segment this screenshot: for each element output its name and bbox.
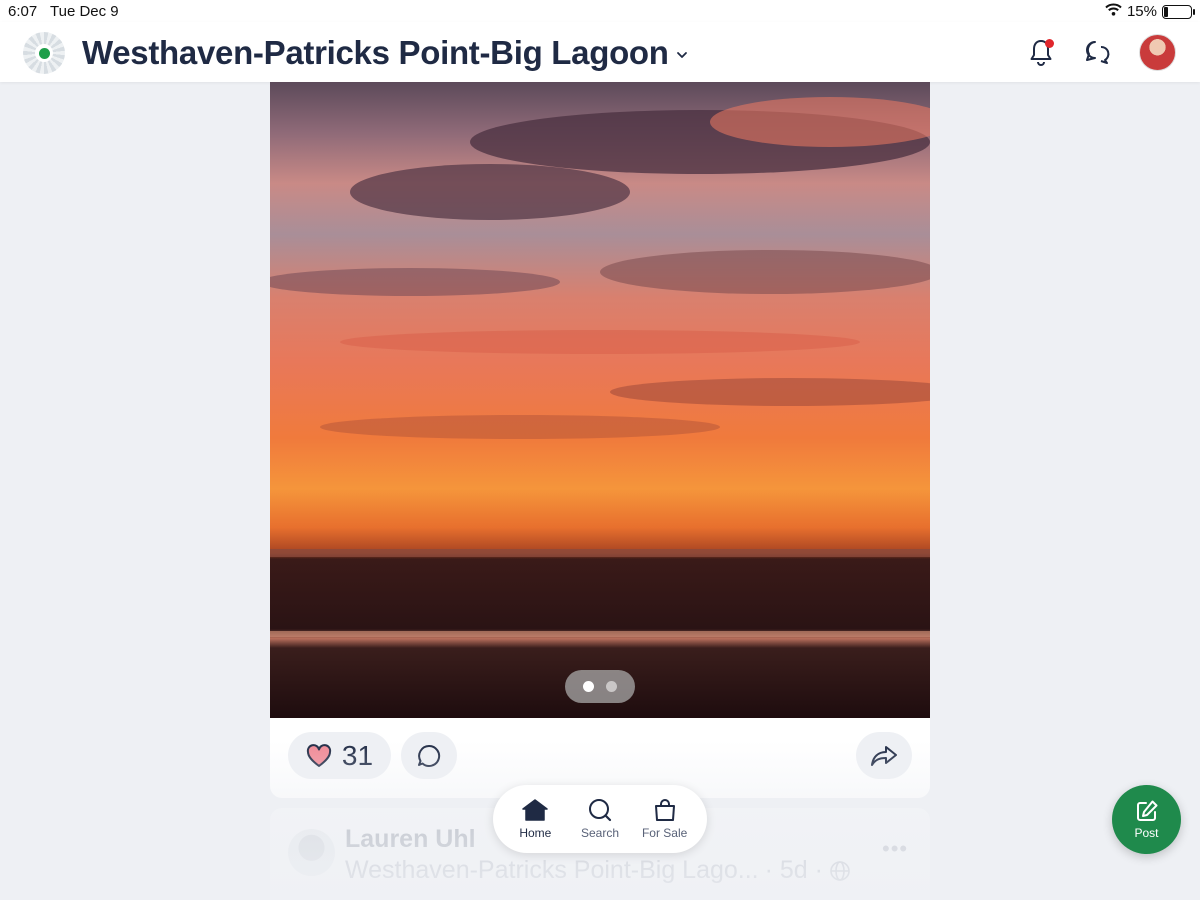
post-card: 31	[270, 82, 930, 798]
compose-icon	[1136, 800, 1157, 821]
pager-dot-2[interactable]	[606, 681, 617, 692]
new-post-label: Post	[1134, 826, 1159, 840]
post-photo-sunset[interactable]	[270, 82, 930, 718]
pager-dot-1[interactable]	[583, 681, 594, 692]
photo-clouds	[270, 97, 930, 637]
comment-icon	[418, 744, 441, 767]
notification-badge	[1045, 39, 1054, 48]
group-logo-ring	[35, 44, 53, 62]
chevron-down-icon	[676, 52, 687, 58]
wifi-icon	[1105, 3, 1122, 20]
shopping-bag-icon	[654, 799, 675, 821]
group-logo-dot	[38, 47, 50, 59]
messages-button[interactable]	[1082, 37, 1112, 67]
page-title: Westhaven-Patricks Point-Big Lagoon	[82, 34, 669, 71]
post-group-name[interactable]: Westhaven-Patricks Point-Big Lago...	[345, 856, 759, 885]
image-pager[interactable]	[565, 670, 635, 703]
nav-search-label: Search	[580, 826, 619, 840]
status-time: 6:07	[8, 3, 38, 20]
battery-icon	[1162, 4, 1195, 19]
group-switcher[interactable]: Westhaven-Patricks Point-Big Lagoon	[82, 34, 689, 72]
share-arrow-icon	[871, 745, 897, 766]
like-count: 31	[341, 739, 374, 771]
more-options-icon[interactable]: •••	[882, 836, 908, 862]
status-bar: 6:07 Tue Dec 9 15%	[0, 0, 1200, 22]
home-icon	[522, 799, 549, 821]
nav-for-sale[interactable]: For Sale	[634, 798, 696, 840]
new-post-button[interactable]: Post	[1112, 785, 1181, 854]
status-date: Tue Dec 9	[50, 3, 119, 20]
notifications-button[interactable]	[1026, 37, 1056, 67]
author-name[interactable]: Lauren Uhl	[345, 825, 476, 854]
author-avatar[interactable]	[288, 829, 335, 876]
battery-percent: 15%	[1126, 3, 1157, 20]
like-button[interactable]: 31	[288, 732, 391, 779]
group-logo[interactable]	[23, 32, 65, 74]
search-icon	[588, 799, 612, 822]
profile-avatar[interactable]	[1139, 34, 1176, 71]
heart-icon	[306, 743, 332, 767]
battery-level	[1164, 6, 1168, 17]
comment-button[interactable]	[401, 732, 457, 779]
globe-icon	[830, 860, 850, 881]
app-header: Westhaven-Patricks Point-Big Lagoon	[0, 22, 1200, 82]
bottom-nav: Home Search For Sale	[493, 785, 707, 853]
post-age: · 5d ·	[764, 856, 823, 884]
post-meta: Westhaven-Patricks Point-Big Lago... · 5…	[345, 856, 851, 885]
nav-search[interactable]: Search	[569, 798, 631, 840]
chat-bubbles-icon	[1086, 41, 1110, 64]
nav-home-label: Home	[519, 826, 552, 840]
share-button[interactable]	[856, 732, 912, 779]
nav-for-sale-label: For Sale	[641, 826, 688, 840]
nav-home[interactable]: Home	[504, 798, 566, 840]
status-right: 15%	[1105, 3, 1195, 20]
